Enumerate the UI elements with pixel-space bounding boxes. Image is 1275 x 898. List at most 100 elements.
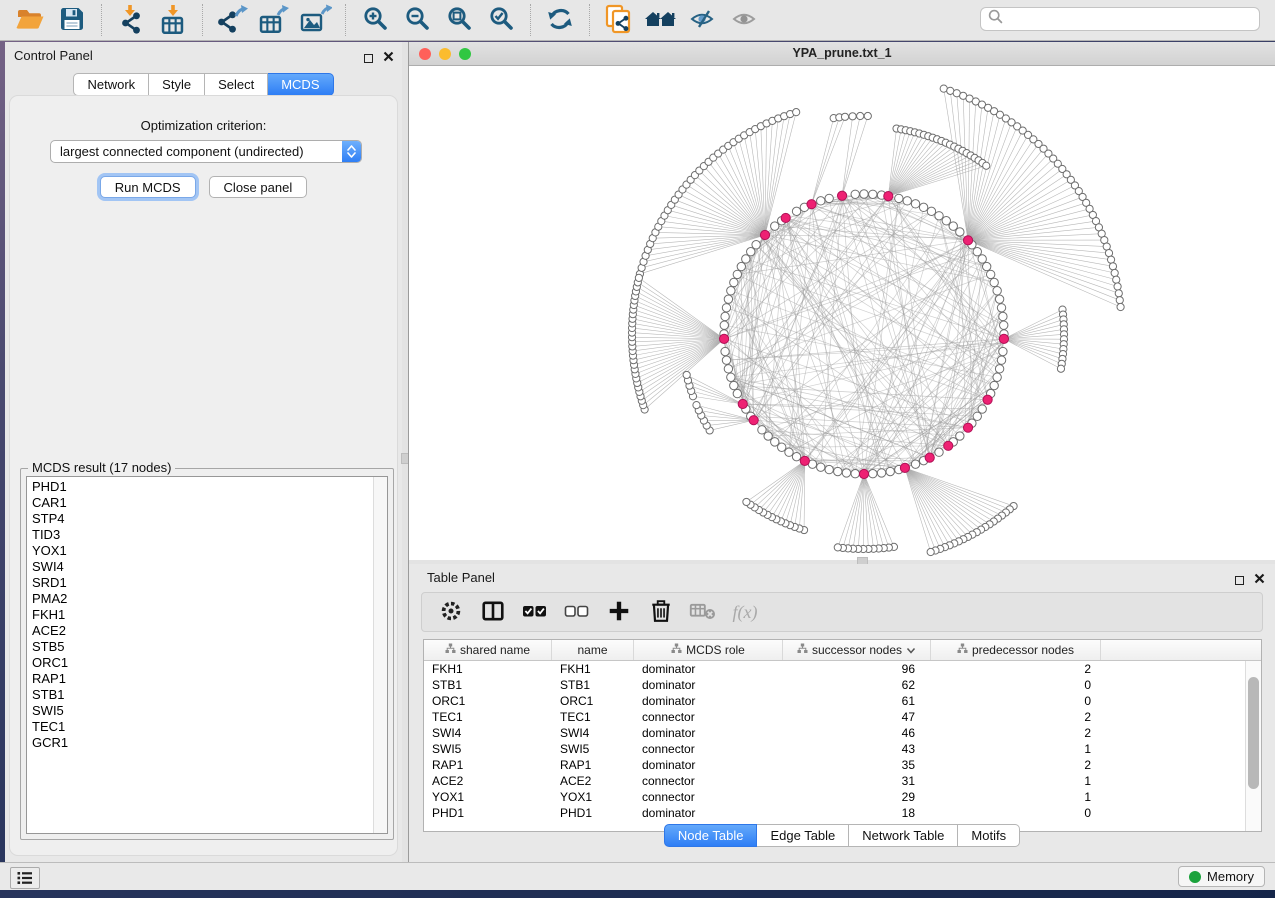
create-column-button[interactable]: [602, 596, 636, 628]
mcds-result-item[interactable]: CAR1: [27, 495, 373, 511]
mcds-result-item[interactable]: RAP1: [27, 671, 373, 687]
mcds-result-item[interactable]: SWI5: [27, 703, 373, 719]
list-scrollbar[interactable]: [373, 477, 387, 833]
table-row[interactable]: YOX1YOX1connector291: [424, 789, 1246, 805]
table-row[interactable]: PHD1PHD1dominator180: [424, 805, 1246, 821]
import-network-button[interactable]: [110, 2, 152, 38]
cell-predecessor-nodes: 0: [931, 678, 1101, 692]
mcds-result-item[interactable]: STP4: [27, 511, 373, 527]
mcds-result-item[interactable]: GCR1: [27, 735, 373, 751]
network-canvas[interactable]: [409, 66, 1275, 560]
tab-style[interactable]: Style: [149, 73, 205, 96]
select-all-rows-icon: [522, 600, 548, 625]
minimize-window-icon[interactable]: [439, 48, 451, 60]
tab-select[interactable]: Select: [205, 73, 268, 96]
select-all-rows-button[interactable]: [518, 596, 552, 628]
show-column-button[interactable]: [476, 596, 510, 628]
table-scrollbar[interactable]: [1245, 661, 1261, 831]
search-box[interactable]: [980, 7, 1260, 31]
close-panel-icon[interactable]: [1254, 571, 1265, 589]
run-mcds-button[interactable]: Run MCDS: [100, 176, 196, 198]
apply-layout-button[interactable]: [539, 2, 581, 38]
mcds-result-item[interactable]: ACE2: [27, 623, 373, 639]
tab-node-table[interactable]: Node Table: [664, 824, 758, 847]
table-row[interactable]: SWI4SWI4dominator462: [424, 725, 1246, 741]
memory-button[interactable]: Memory: [1178, 866, 1265, 887]
mcds-result-item[interactable]: SRD1: [27, 575, 373, 591]
mcds-result-item[interactable]: FKH1: [27, 607, 373, 623]
network-window: YPA_prune.txt_1: [409, 42, 1275, 560]
table-row[interactable]: TEC1TEC1connector472: [424, 709, 1246, 725]
delete-columns-button[interactable]: [644, 596, 678, 628]
mcds-result-item[interactable]: STB5: [27, 639, 373, 655]
table-row[interactable]: STB1STB1dominator620: [424, 677, 1246, 693]
tab-motifs[interactable]: Motifs: [958, 824, 1020, 847]
deselect-all-rows-button[interactable]: [560, 596, 594, 628]
zoom-out-icon: [404, 5, 431, 35]
zoom-selected-button[interactable]: [480, 2, 522, 38]
first-neighbors-button[interactable]: [640, 2, 682, 38]
delete-table-icon: [689, 600, 717, 625]
mcds-result-item[interactable]: TEC1: [27, 719, 373, 735]
export-image-button[interactable]: [295, 2, 337, 38]
zoom-fit-button[interactable]: [438, 2, 480, 38]
zoom-in-button[interactable]: [354, 2, 396, 38]
tree-icon: [797, 643, 808, 657]
workspace: YPA_prune.txt_1 Table Panel f(x) shared …: [408, 42, 1275, 862]
cell-name: SWI4: [552, 726, 634, 740]
network-window-titlebar[interactable]: YPA_prune.txt_1: [409, 42, 1275, 66]
zoom-out-button[interactable]: [396, 2, 438, 38]
cell-shared-name: ACE2: [424, 774, 552, 788]
zoom-in-icon: [362, 5, 389, 35]
table-row[interactable]: ACE2ACE2connector311: [424, 773, 1246, 789]
export-network-button[interactable]: [211, 2, 253, 38]
close-panel-icon[interactable]: [383, 49, 394, 67]
tab-mcds[interactable]: MCDS: [268, 73, 333, 96]
mcds-result-item[interactable]: STB1: [27, 687, 373, 703]
float-panel-icon[interactable]: [1235, 576, 1244, 585]
table-row[interactable]: FKH1FKH1dominator962: [424, 661, 1246, 677]
table-tabs: Node TableEdge TableNetwork TableMotifs: [409, 824, 1275, 847]
mcds-result-item[interactable]: PMA2: [27, 591, 373, 607]
tab-edge-table[interactable]: Edge Table: [757, 824, 849, 847]
mcds-result-item[interactable]: PHD1: [27, 479, 373, 495]
table-row[interactable]: SWI5SWI5connector431: [424, 741, 1246, 757]
export-table-button[interactable]: [253, 2, 295, 38]
tab-network-table[interactable]: Network Table: [849, 824, 958, 847]
save-session-icon: [59, 6, 85, 35]
float-panel-icon[interactable]: [364, 54, 373, 63]
column-header-MCDS-role[interactable]: MCDS role: [634, 640, 783, 660]
close-window-icon[interactable]: [419, 48, 431, 60]
column-header-shared-name[interactable]: shared name: [424, 640, 552, 660]
optimization-criterion-label: Optimization criterion:: [10, 118, 397, 133]
mcds-result-item[interactable]: SWI4: [27, 559, 373, 575]
table-settings-button[interactable]: [434, 596, 468, 628]
tab-network[interactable]: Network: [73, 73, 149, 96]
mcds-result-item[interactable]: YOX1: [27, 543, 373, 559]
mcds-result-item[interactable]: ORC1: [27, 655, 373, 671]
node-table[interactable]: shared namenameMCDS rolesuccessor nodesp…: [423, 639, 1262, 832]
column-header-predecessor-nodes[interactable]: predecessor nodes: [931, 640, 1101, 660]
mcds-result-list[interactable]: PHD1CAR1STP4TID3YOX1SWI4SRD1PMA2FKH1ACE2…: [26, 476, 388, 834]
tree-icon: [445, 643, 456, 657]
scrollbar-thumb[interactable]: [1248, 677, 1259, 789]
column-header-successor-nodes[interactable]: successor nodes: [783, 640, 931, 660]
save-session-button[interactable]: [51, 2, 93, 38]
network-graph[interactable]: [409, 66, 1275, 560]
zoom-window-icon[interactable]: [459, 48, 471, 60]
panel-toggle-button[interactable]: [10, 867, 40, 889]
table-row[interactable]: ORC1ORC1dominator610: [424, 693, 1246, 709]
cell-successor-nodes: 18: [783, 806, 931, 820]
cell-MCDS-role: dominator: [634, 726, 783, 740]
import-table-button[interactable]: [152, 2, 194, 38]
mcds-result-item[interactable]: TID3: [27, 527, 373, 543]
table-row[interactable]: RAP1RAP1dominator352: [424, 757, 1246, 773]
optimization-criterion-select[interactable]: largest connected component (undirected): [50, 140, 362, 163]
cell-MCDS-role: connector: [634, 742, 783, 756]
close-panel-button[interactable]: Close panel: [209, 176, 308, 198]
hide-selected-button: [682, 2, 724, 38]
open-file-button[interactable]: [9, 2, 51, 38]
search-input[interactable]: [1009, 11, 1252, 28]
new-network-from-selection-button[interactable]: [598, 2, 640, 38]
column-header-name[interactable]: name: [552, 640, 634, 660]
